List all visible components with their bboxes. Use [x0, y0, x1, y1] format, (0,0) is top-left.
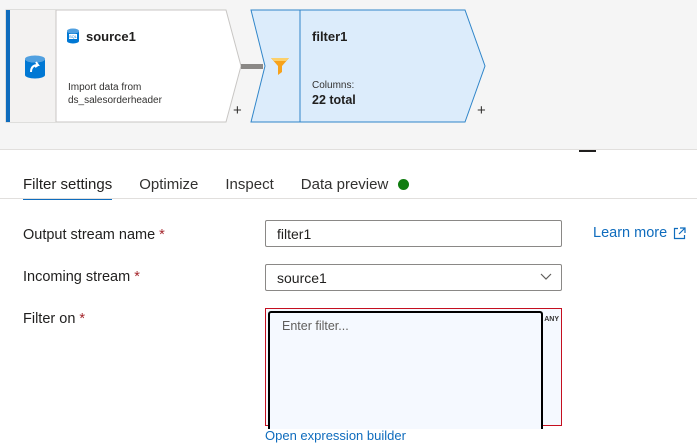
connector-line [241, 64, 263, 69]
incoming-stream-select[interactable]: source1 [265, 264, 562, 291]
source-node-description: Import data from [68, 82, 142, 93]
filter-add-transform-button[interactable]: + [477, 103, 486, 118]
status-dot-icon [398, 178, 410, 190]
external-link-icon [674, 226, 686, 239]
tab-optimize[interactable]: Optimize [139, 169, 198, 199]
source-type-icon [24, 55, 46, 84]
learn-more-link[interactable]: Learn more [593, 225, 686, 241]
filter-expression-editor: Enter filter... ANY [265, 308, 562, 429]
tab-filter-settings[interactable]: Filter settings [23, 169, 113, 200]
settings-tabs: Filter settings Optimize Inspect Data pr… [23, 169, 436, 200]
svg-text:SQL: SQL [69, 34, 78, 39]
tab-data-preview[interactable]: Data preview [301, 169, 410, 199]
source-node-dataset: ds_salesorderheader [68, 95, 162, 106]
source-add-transform-button[interactable]: + [233, 103, 242, 118]
panel-resize-handle[interactable] [579, 150, 596, 152]
filter-node-title[interactable]: filter1 [312, 29, 347, 44]
filter-columns-total: 22 total [312, 93, 356, 107]
funnel-icon [270, 56, 290, 83]
filter-placeholder: Enter filter... [282, 319, 349, 333]
output-stream-name-input[interactable]: filter1 [265, 220, 562, 247]
chevron-down-icon [540, 273, 552, 280]
filter-columns-label: Columns: [312, 80, 355, 91]
data-flow-canvas: SQL source1 Import data from ds_salesord… [0, 0, 697, 150]
tabs-divider [0, 198, 697, 199]
incoming-stream-label: Incoming stream * [23, 269, 140, 285]
source-node-title[interactable]: source1 [86, 29, 136, 44]
graph-connectors [5, 9, 486, 123]
output-stream-label: Output stream name * [23, 227, 165, 243]
any-type-badge: ANY [544, 316, 559, 323]
filter-expression-input[interactable]: Enter filter... [268, 311, 543, 429]
tab-inspect[interactable]: Inspect [225, 169, 273, 199]
open-expression-builder-link[interactable]: Open expression builder [265, 428, 406, 443]
sql-database-icon: SQL [66, 28, 80, 49]
filter-on-label: Filter on * [23, 311, 86, 327]
